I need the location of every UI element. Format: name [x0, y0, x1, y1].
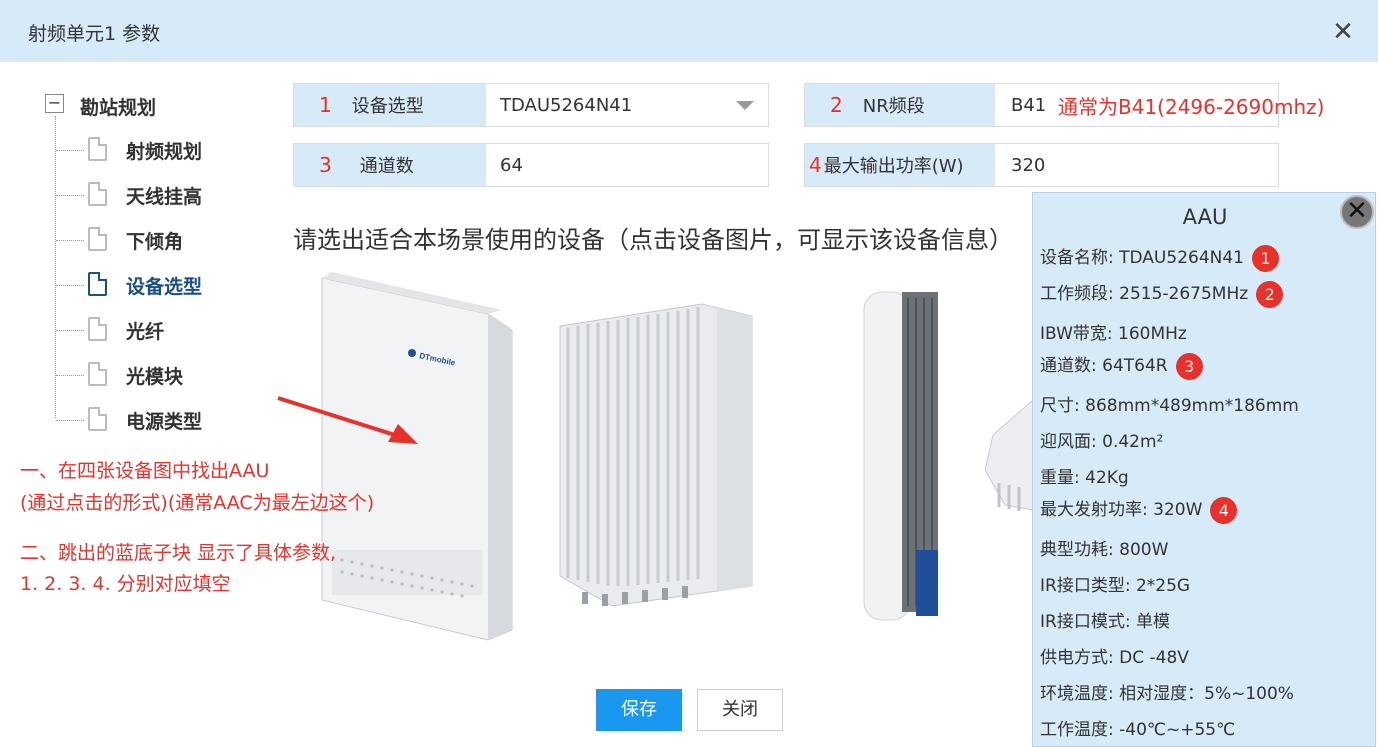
max-power-field[interactable]: 4 最大输出功率(W) 320: [804, 143, 1279, 187]
tree-item-label: 光纤: [126, 321, 165, 343]
band-hint-annotation: 通常为B41(2496-2690mhz): [1058, 95, 1325, 119]
spec-channels: 通道数: 64T64R 3: [1040, 351, 1203, 380]
tree-item-label: 电源类型: [126, 411, 203, 433]
device-image-heatsink-rru[interactable]: [552, 296, 760, 612]
channels-label: 3 通道数: [294, 144, 486, 186]
document-icon: [88, 272, 107, 296]
instruction-step2-line2: 1. 2. 3. 4. 分别对应填空: [20, 573, 231, 595]
device-image-fourth[interactable]: [984, 395, 1034, 515]
tree-item-label: 天线挂高: [126, 186, 203, 208]
instruction-step2-line1: 二、跳出的蓝底子块 显示了具体参数,: [20, 542, 337, 564]
close-button[interactable]: 关闭: [697, 689, 783, 731]
tree-root-label[interactable]: 勘站规划: [80, 93, 156, 120]
spec-ibw: IBW带宽: 160MHz: [1040, 324, 1187, 344]
spec-device-name: 设备名称: TDAU5264N41 1: [1040, 243, 1279, 272]
document-icon: [88, 137, 107, 161]
document-icon: [88, 362, 107, 386]
tree-item-label: 射频规划: [126, 141, 203, 163]
spec-ir-mode: IR接口模式: 单模: [1040, 612, 1170, 632]
popup-close-icon[interactable]: ✕: [1340, 195, 1374, 229]
badge-2: 2: [1256, 280, 1284, 308]
tree-item-label: 光模块: [126, 366, 184, 388]
planning-tree: − 勘站规划 射频规划 天线挂高 下倾角 设备选型 光纤 光模块 电源类型: [0, 62, 280, 462]
document-icon: [88, 317, 107, 341]
instruction-step1-line2: (通过点击的形式)(通常AAC为最左边这个): [20, 492, 375, 514]
dialog-titlebar: 射频单元1 参数 ✕: [0, 0, 1378, 62]
spec-band: 工作频段: 2515-2675MHz 2: [1040, 279, 1284, 308]
spec-env-humidity: 环境温度: 相对湿度：5%~100%: [1040, 684, 1294, 704]
nr-band-value: B41: [1011, 95, 1047, 116]
device-type-select[interactable]: 1 设备选型 TDAU5264N41: [293, 83, 769, 127]
channels-value: 64: [500, 155, 523, 176]
tree-item-optical-module[interactable]: 光模块: [56, 360, 256, 390]
dialog-title: 射频单元1 参数: [28, 23, 161, 45]
nr-band-label: 2 NR频段: [805, 84, 995, 126]
tree-item-power-type[interactable]: 电源类型: [56, 405, 256, 435]
document-icon: [88, 407, 107, 431]
badge-1: 1: [1252, 244, 1279, 272]
spec-power-consumption: 典型功耗: 800W: [1040, 540, 1169, 560]
max-power-label: 4 最大输出功率(W): [805, 144, 995, 186]
device-info-popup: AAU ✕ 设备名称: TDAU5264N41 1 工作频段: 2515-2675…: [1032, 192, 1376, 747]
badge-3: 3: [1175, 352, 1203, 380]
popup-title: AAU: [1182, 205, 1228, 229]
spec-power-supply: 供电方式: DC -48V: [1040, 648, 1189, 668]
channels-field[interactable]: 3 通道数 64: [293, 143, 769, 187]
tree-item-label: 下倾角: [126, 231, 184, 253]
spec-size: 尺寸: 868mm*489mm*186mm: [1040, 396, 1299, 416]
tree-item-antenna-height[interactable]: 天线挂高: [56, 180, 256, 210]
device-type-label: 1 设备选型: [294, 84, 486, 126]
badge-4: 4: [1210, 496, 1238, 524]
close-icon[interactable]: ✕: [1328, 18, 1358, 48]
spec-wind-area: 迎风面: 0.42m²: [1040, 432, 1164, 452]
document-icon: [88, 182, 107, 206]
spec-max-power: 最大发射功率: 320W 4: [1040, 495, 1238, 524]
collapse-icon[interactable]: −: [45, 94, 64, 113]
device-image-aau[interactable]: DTmobile: [312, 270, 518, 642]
spec-weight: 重量: 42Kg: [1040, 468, 1129, 488]
device-image-pole-unit[interactable]: [862, 288, 942, 624]
selection-prompt: 请选出适合本场景使用的设备（点击设备图片，可显示该设备信息）: [293, 226, 1013, 254]
tree-item-device-selection[interactable]: 设备选型: [56, 270, 256, 300]
max-power-value: 320: [1011, 155, 1046, 176]
spec-ir-type: IR接口类型: 2*25G: [1040, 576, 1191, 596]
save-button[interactable]: 保存: [596, 689, 682, 731]
tree-item-rf-planning[interactable]: 射频规划: [56, 135, 256, 165]
chevron-down-icon[interactable]: [736, 101, 754, 110]
device-type-value: TDAU5264N41: [500, 95, 633, 116]
spec-operating-temp: 工作温度: -40℃~+55℃: [1040, 720, 1236, 740]
document-icon: [88, 227, 107, 251]
tree-item-label: 设备选型: [126, 276, 203, 298]
tree-item-downtilt[interactable]: 下倾角: [56, 225, 256, 255]
instruction-step1-line1: 一、在四张设备图中找出AAU: [20, 460, 270, 482]
annotation-arrow: [277, 396, 418, 444]
tree-item-fiber[interactable]: 光纤: [56, 315, 256, 345]
